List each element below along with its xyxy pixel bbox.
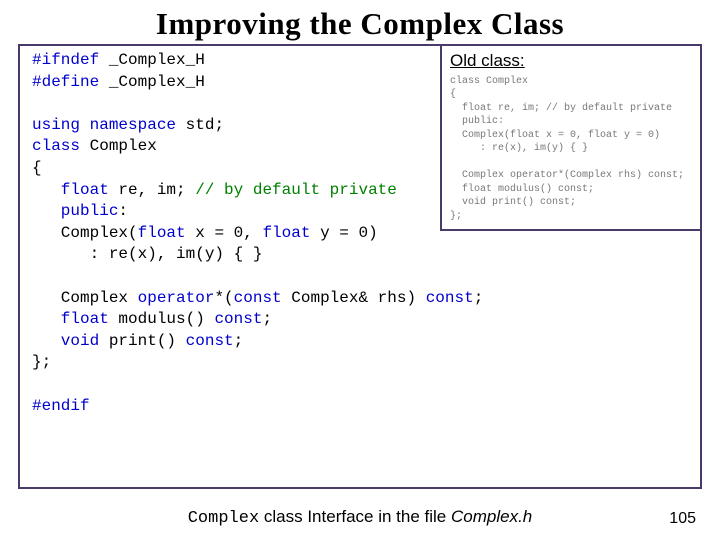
code-text: _Complex_H [99, 73, 205, 91]
old-class-title: Old class: [450, 50, 692, 73]
keyword: class [32, 137, 90, 155]
slide-title: Improving the Complex Class [0, 0, 720, 44]
old-line: }; [450, 211, 462, 222]
old-line: { [450, 89, 456, 100]
old-line: float modulus() const; [450, 184, 594, 195]
code-line: void print() const; [32, 331, 688, 353]
code-text: y = 0) [310, 224, 377, 242]
page-number: 105 [669, 510, 696, 528]
keyword: void [32, 332, 99, 350]
code-text: re, im; [109, 181, 195, 199]
keyword: const [426, 289, 474, 307]
code-text: modulus() [109, 310, 215, 328]
old-line: Complex(float x = 0, float y = 0) [450, 130, 660, 141]
main-code-box: #ifndef _Complex_H #define _Complex_H us… [18, 44, 702, 489]
code-line: float modulus() const; [32, 309, 688, 331]
keyword: operator [138, 289, 215, 307]
old-line: void print() const; [450, 197, 576, 208]
code-text: *( [214, 289, 233, 307]
keyword: float [32, 181, 109, 199]
old-line: public: [450, 116, 504, 127]
comment: // by default private [195, 181, 397, 199]
keyword: float [138, 224, 186, 242]
code-line: }; [32, 352, 688, 374]
code-blank [32, 374, 688, 396]
old-line: Complex operator*(Complex rhs) const; [450, 170, 684, 181]
keyword: #ifndef [32, 51, 99, 69]
keyword: float [32, 310, 109, 328]
code-text: Complex [90, 137, 157, 155]
code-text: x = 0, [186, 224, 263, 242]
code-text: ; [234, 332, 244, 350]
keyword: public [32, 202, 118, 220]
old-line: class Complex [450, 76, 528, 87]
caption-code-word: Complex [188, 509, 259, 528]
caption-filename: Complex.h [451, 507, 532, 526]
caption-text: class Interface in the file [259, 507, 451, 526]
code-text: _Complex_H [99, 51, 205, 69]
old-line: : re(x), im(y) { } [450, 143, 588, 154]
code-text: std; [176, 116, 224, 134]
code-text: print() [99, 332, 185, 350]
old-line: float re, im; // by default private [450, 103, 672, 114]
slide-caption: Complex class Interface in the file Comp… [0, 507, 720, 528]
code-text: Complex [32, 289, 138, 307]
keyword: #define [32, 73, 99, 91]
keyword: const [214, 310, 262, 328]
code-text: Complex& rhs) [282, 289, 426, 307]
code-line: : re(x), im(y) { } [32, 244, 688, 266]
keyword: const [186, 332, 234, 350]
code-blank [32, 266, 688, 288]
code-line: Complex operator*(const Complex& rhs) co… [32, 288, 688, 310]
code-line: #endif [32, 396, 688, 418]
code-text: Complex( [32, 224, 138, 242]
old-class-inset: Old class: class Complex { float re, im;… [440, 44, 702, 231]
old-class-code: class Complex { float re, im; // by defa… [450, 75, 692, 224]
keyword: float [262, 224, 310, 242]
keyword: using namespace [32, 116, 176, 134]
code-text: ; [474, 289, 484, 307]
code-text: ; [262, 310, 272, 328]
keyword: const [234, 289, 282, 307]
keyword: #endif [32, 397, 90, 415]
code-text: : [118, 202, 128, 220]
